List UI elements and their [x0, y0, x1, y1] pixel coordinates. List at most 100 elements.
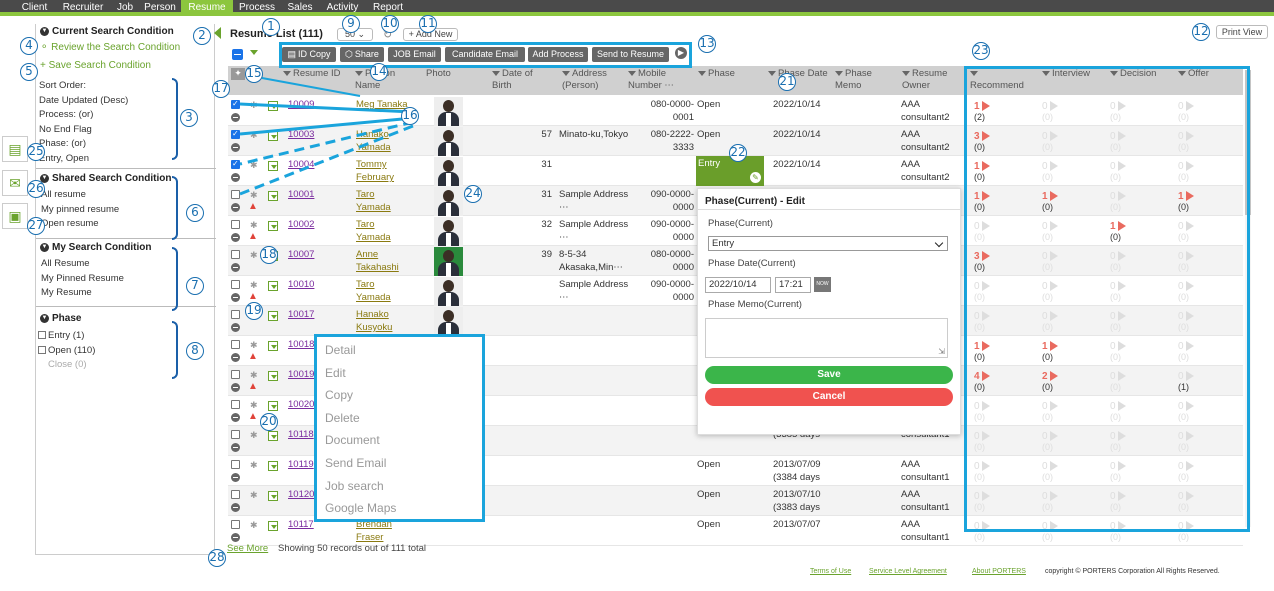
process-count-recommend[interactable]: 1 (0): [974, 341, 990, 363]
column-resume-owner[interactable]: Resume Owner: [902, 68, 962, 92]
edit-icon[interactable]: ✎: [750, 172, 761, 183]
menu-item-send-email[interactable]: Send Email: [325, 456, 386, 470]
row-checkbox[interactable]: [231, 280, 240, 289]
process-count-offer[interactable]: 0 (0): [1178, 461, 1194, 483]
row-checkbox[interactable]: [231, 520, 240, 529]
resume-id-link[interactable]: 10120: [288, 488, 314, 501]
save-button[interactable]: Save: [705, 366, 953, 384]
row-checkbox[interactable]: [231, 400, 240, 409]
nav-report[interactable]: Report: [366, 0, 410, 16]
sla-link[interactable]: Service Level Agreement: [869, 568, 947, 575]
phase-value[interactable]: Open: [697, 488, 720, 501]
process-count-recommend[interactable]: 3 (0): [974, 251, 990, 273]
calendar-tab[interactable]: ▣: [2, 203, 28, 229]
resume-id-link[interactable]: 10004: [288, 158, 314, 171]
resume-id-link[interactable]: 10007: [288, 248, 314, 261]
column-address[interactable]: Address (Person): [562, 68, 620, 92]
process-count-interview[interactable]: 0 (0): [1042, 221, 1058, 243]
row-detail-toggle-icon[interactable]: [231, 473, 240, 482]
resume-id-link[interactable]: 10017: [288, 308, 314, 321]
person-name-link[interactable]: Taro Yamada: [356, 218, 408, 244]
row-checkbox[interactable]: [231, 460, 240, 469]
cancel-button[interactable]: Cancel: [705, 388, 953, 406]
pin-icon[interactable]: ✱: [250, 130, 258, 141]
row-detail-toggle-icon[interactable]: [231, 113, 240, 122]
row-menu-button[interactable]: [268, 521, 278, 531]
shared-search-item[interactable]: Open resume: [41, 217, 119, 232]
nav-process[interactable]: Process: [233, 0, 281, 16]
process-count-offer[interactable]: 0 (0): [1178, 221, 1194, 243]
row-checkbox[interactable]: [231, 159, 240, 169]
nav-job[interactable]: Job: [111, 0, 139, 16]
pin-icon[interactable]: ✱: [250, 250, 258, 261]
process-count-decision[interactable]: 0 (0): [1110, 251, 1126, 273]
process-count-decision[interactable]: 0 (0): [1110, 401, 1126, 423]
process-count-offer[interactable]: 0 (0): [1178, 491, 1194, 513]
column-interview[interactable]: Interview: [1042, 68, 1090, 80]
row-checkbox[interactable]: [231, 129, 240, 139]
resume-id-link[interactable]: 10009: [288, 98, 314, 111]
process-count-decision[interactable]: 0 (0): [1110, 371, 1126, 393]
process-count-offer[interactable]: 0 (0): [1178, 311, 1194, 333]
phase-date-input[interactable]: 2022/10/14: [705, 277, 771, 293]
toolbar-button-send-to-resume[interactable]: Send to Resume: [592, 47, 669, 62]
menu-item-document[interactable]: Document: [325, 433, 380, 447]
process-count-decision[interactable]: 0 (0): [1110, 461, 1126, 483]
nav-activity[interactable]: Activity: [319, 0, 366, 16]
row-detail-toggle-icon[interactable]: [231, 383, 240, 392]
row-menu-button[interactable]: [268, 371, 278, 381]
process-count-offer[interactable]: 0 (0): [1178, 401, 1194, 423]
process-count-interview[interactable]: 0 (0): [1042, 431, 1058, 453]
process-count-decision[interactable]: 0 (0): [1110, 191, 1126, 213]
person-name-link[interactable]: Hanako Yamada: [356, 128, 408, 154]
checkbox[interactable]: [38, 345, 46, 354]
process-count-interview[interactable]: 1 (0): [1042, 341, 1058, 363]
nav-resume[interactable]: Resume: [181, 0, 233, 16]
phase-filter-title[interactable]: ▼ Phase: [40, 313, 81, 324]
process-count-offer[interactable]: 0 (0): [1178, 431, 1194, 453]
phase-filter-item[interactable]: Entry (1): [38, 329, 95, 344]
process-count-recommend[interactable]: 0 (0): [974, 521, 990, 543]
my-search-item[interactable]: All Resume: [41, 257, 124, 272]
row-detail-toggle-icon[interactable]: [231, 143, 240, 152]
shared-search-item[interactable]: All resume: [41, 188, 119, 203]
process-count-offer[interactable]: 0 (0): [1178, 251, 1194, 273]
row-menu-button[interactable]: [268, 101, 278, 111]
resume-id-link[interactable]: 10020: [288, 398, 314, 411]
pin-icon[interactable]: ✱: [250, 400, 258, 411]
row-detail-toggle-icon[interactable]: [231, 263, 240, 272]
column-mobile[interactable]: Mobile Number ⋯: [628, 68, 692, 92]
row-menu-button[interactable]: [268, 161, 278, 171]
menu-item-job-search[interactable]: Job search: [325, 479, 384, 493]
menu-item-delete[interactable]: Delete: [325, 411, 360, 425]
phase-entry-cell[interactable]: Entry ✎: [696, 156, 764, 186]
process-count-interview[interactable]: 0 (0): [1042, 491, 1058, 513]
process-count-decision[interactable]: 0 (0): [1110, 521, 1126, 543]
process-count-interview[interactable]: 2 (0): [1042, 371, 1058, 393]
process-count-interview[interactable]: 0 (0): [1042, 311, 1058, 333]
process-count-offer[interactable]: 1 (0): [1178, 191, 1194, 213]
row-checkbox[interactable]: [231, 250, 240, 259]
resize-handle-icon[interactable]: ⇲: [938, 347, 945, 356]
pin-icon[interactable]: ✱: [250, 370, 258, 381]
resume-id-link[interactable]: 10010: [288, 278, 314, 291]
row-menu-button[interactable]: [268, 311, 278, 321]
pin-icon[interactable]: ✱: [250, 100, 258, 111]
process-count-interview[interactable]: 0 (0): [1042, 251, 1058, 273]
row-detail-toggle-icon[interactable]: [231, 323, 240, 332]
toolbar-button-share[interactable]: ⬡ Share: [340, 47, 384, 62]
chart-tab[interactable]: ▤: [2, 136, 28, 162]
resume-id-link[interactable]: 10117: [288, 518, 314, 531]
nav-sales[interactable]: Sales: [281, 0, 319, 16]
phase-select[interactable]: Entry: [708, 236, 948, 251]
save-search-link[interactable]: + Save Search Condition: [40, 60, 151, 71]
process-count-offer[interactable]: 0 (0): [1178, 101, 1194, 123]
row-detail-toggle-icon[interactable]: [231, 413, 240, 422]
resume-id-link[interactable]: 10119: [288, 458, 314, 471]
mail-tab[interactable]: ✉: [2, 170, 28, 196]
process-count-recommend[interactable]: 0 (0): [974, 281, 990, 303]
settings-icon[interactable]: ✦: [231, 68, 245, 80]
person-name-link[interactable]: Taro Yamada: [356, 278, 408, 304]
row-menu-button[interactable]: [268, 461, 278, 471]
more-actions-icon[interactable]: ▶: [675, 47, 687, 59]
